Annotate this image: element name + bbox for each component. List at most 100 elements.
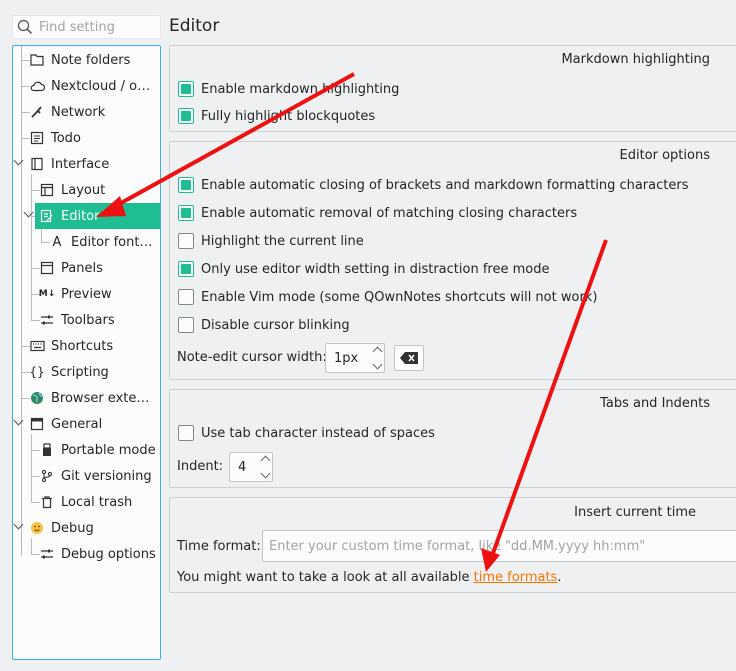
tree-item-network[interactable]: Network bbox=[25, 99, 157, 125]
cursor-width-spinbox[interactable]: 1px bbox=[325, 343, 385, 373]
tree-item-browser-extension[interactable]: Browser extensi... bbox=[25, 385, 157, 411]
network-icon bbox=[29, 104, 45, 120]
checkbox-checked[interactable] bbox=[178, 205, 194, 221]
tree-item-layout[interactable]: Layout bbox=[35, 177, 157, 203]
distraction-free-width-checkbox[interactable]: Only use editor width setting in distrac… bbox=[178, 261, 549, 277]
tree-item-label: Toolbars bbox=[61, 312, 115, 328]
time-format-label: Time format: bbox=[177, 539, 261, 554]
tree-item-label: Todo bbox=[51, 130, 81, 146]
tree-item-nextcloud[interactable]: Nextcloud / ow... bbox=[25, 73, 157, 99]
checkbox-label: Enable Vim mode (some QOwnNotes shortcut… bbox=[201, 289, 598, 305]
hint-text: You might want to take a look at all ava… bbox=[177, 570, 470, 585]
auto-remove-closing-chars-checkbox[interactable]: Enable automatic removal of matching clo… bbox=[178, 205, 577, 221]
tree-guide bbox=[31, 434, 32, 502]
tree-item-scripting[interactable]: {} Scripting bbox=[25, 359, 157, 385]
cursor-width-label: Note-edit cursor width: bbox=[177, 350, 327, 365]
interface-icon bbox=[29, 156, 45, 172]
usb-drive-icon bbox=[39, 442, 55, 458]
chevron-down-icon[interactable] bbox=[260, 468, 271, 479]
tree-item-portable-mode[interactable]: Portable mode bbox=[35, 437, 157, 463]
font-icon: A bbox=[52, 234, 62, 250]
enable-markdown-highlighting-checkbox[interactable]: Enable markdown highlighting bbox=[178, 81, 399, 97]
checkbox-label: Enable markdown highlighting bbox=[201, 81, 400, 97]
tree-item-editor-fonts[interactable]: A Editor fonts ... bbox=[45, 229, 157, 255]
tree-item-panels[interactable]: Panels bbox=[35, 255, 157, 281]
group-title: Markdown highlighting bbox=[561, 52, 710, 67]
keyboard-icon bbox=[29, 338, 45, 354]
editor-icon bbox=[39, 208, 55, 224]
time-format-input[interactable] bbox=[263, 538, 733, 554]
todo-list-icon bbox=[29, 130, 45, 146]
indent-spinbox[interactable]: 4 bbox=[229, 452, 273, 482]
checkbox-checked[interactable] bbox=[178, 108, 194, 124]
editor-options-group: Editor options Enable automatic closing … bbox=[169, 141, 736, 380]
checkbox-checked[interactable] bbox=[178, 81, 194, 97]
checkbox-unchecked[interactable] bbox=[178, 317, 194, 333]
tree-item-label: Local trash bbox=[61, 494, 133, 510]
chevron-down-icon[interactable] bbox=[372, 359, 383, 370]
chevron-up-icon[interactable] bbox=[260, 455, 271, 466]
sliders-icon bbox=[39, 312, 55, 328]
tree-item-debug-options[interactable]: Debug options bbox=[35, 541, 157, 567]
tree-item-local-trash[interactable]: Local trash bbox=[35, 489, 157, 515]
time-format-hint: You might want to take a look at all ava… bbox=[177, 570, 561, 585]
tree-item-debug[interactable]: Debug bbox=[25, 515, 157, 541]
tree-item-toolbars[interactable]: Toolbars bbox=[35, 307, 157, 333]
search-input[interactable] bbox=[39, 19, 159, 35]
checkbox-label: Use tab character instead of spaces bbox=[201, 425, 435, 441]
search-icon bbox=[17, 19, 33, 35]
indent-label: Indent: bbox=[177, 459, 224, 474]
smiley-icon bbox=[29, 520, 45, 536]
tree-item-label: Network bbox=[51, 104, 106, 120]
folder-icon bbox=[29, 52, 45, 68]
auto-close-brackets-checkbox[interactable]: Enable automatic closing of brackets and… bbox=[178, 177, 688, 193]
checkbox-unchecked[interactable] bbox=[178, 425, 194, 441]
layout-icon bbox=[39, 182, 55, 198]
checkbox-label: Highlight the current line bbox=[201, 233, 364, 249]
panels-icon bbox=[39, 260, 55, 276]
checkbox-label: Disable cursor blinking bbox=[201, 317, 350, 333]
window-icon bbox=[29, 416, 45, 432]
tree-item-label: Debug options bbox=[61, 546, 156, 562]
tree-item-label: Preview bbox=[61, 286, 112, 302]
tree-item-todo[interactable]: Todo bbox=[25, 125, 157, 151]
chevron-up-icon[interactable] bbox=[372, 346, 383, 357]
page-title: Editor bbox=[169, 16, 220, 36]
use-tab-character-checkbox[interactable]: Use tab character instead of spaces bbox=[178, 425, 435, 441]
search-box[interactable] bbox=[12, 15, 161, 39]
tree-item-label: General bbox=[51, 416, 103, 432]
checkbox-unchecked[interactable] bbox=[178, 289, 194, 305]
checkbox-label: Only use editor width setting in distrac… bbox=[201, 261, 550, 277]
time-formats-link[interactable]: time formats bbox=[474, 570, 558, 585]
trash-icon bbox=[39, 494, 55, 510]
hint-suffix: . bbox=[557, 570, 562, 585]
tree-item-git-versioning[interactable]: Git versioning bbox=[35, 463, 157, 489]
checkbox-label: Enable automatic removal of matching clo… bbox=[201, 205, 578, 221]
sliders-icon bbox=[39, 546, 55, 562]
tree-item-label: Layout bbox=[61, 182, 106, 198]
tree-item-editor[interactable]: Editor bbox=[35, 203, 160, 229]
tree-item-label: Git versioning bbox=[61, 468, 152, 484]
checkbox-checked[interactable] bbox=[178, 261, 194, 277]
vim-mode-checkbox[interactable]: Enable Vim mode (some QOwnNotes shortcut… bbox=[178, 289, 597, 305]
highlight-current-line-checkbox[interactable]: Highlight the current line bbox=[178, 233, 364, 249]
reset-cursor-width-button[interactable] bbox=[394, 345, 424, 371]
time-format-field[interactable] bbox=[262, 530, 736, 562]
tree-item-label: Shortcuts bbox=[51, 338, 114, 354]
tree-item-shortcuts[interactable]: Shortcuts bbox=[25, 333, 157, 359]
fully-highlight-blockquotes-checkbox[interactable]: Fully highlight blockquotes bbox=[178, 108, 375, 124]
tree-item-note-folders[interactable]: Note folders bbox=[25, 47, 157, 73]
tree-item-label: Note folders bbox=[51, 52, 131, 68]
checkbox-checked[interactable] bbox=[178, 177, 194, 193]
disable-cursor-blinking-checkbox[interactable]: Disable cursor blinking bbox=[178, 317, 350, 333]
checkbox-unchecked[interactable] bbox=[178, 233, 194, 249]
tree-item-label: Editor fonts ... bbox=[71, 234, 157, 250]
settings-tree[interactable]: Note folders Nextcloud / ow... Network T… bbox=[12, 45, 161, 660]
tree-item-interface[interactable]: Interface bbox=[25, 151, 157, 177]
checkbox-label: Fully highlight blockquotes bbox=[201, 108, 376, 124]
tree-item-label: Editor bbox=[61, 208, 100, 224]
tree-item-preview[interactable]: M↓ Preview bbox=[35, 281, 157, 307]
group-title: Editor options bbox=[619, 148, 711, 163]
tree-item-general[interactable]: General bbox=[25, 411, 157, 437]
backspace-clear-icon bbox=[400, 352, 418, 364]
